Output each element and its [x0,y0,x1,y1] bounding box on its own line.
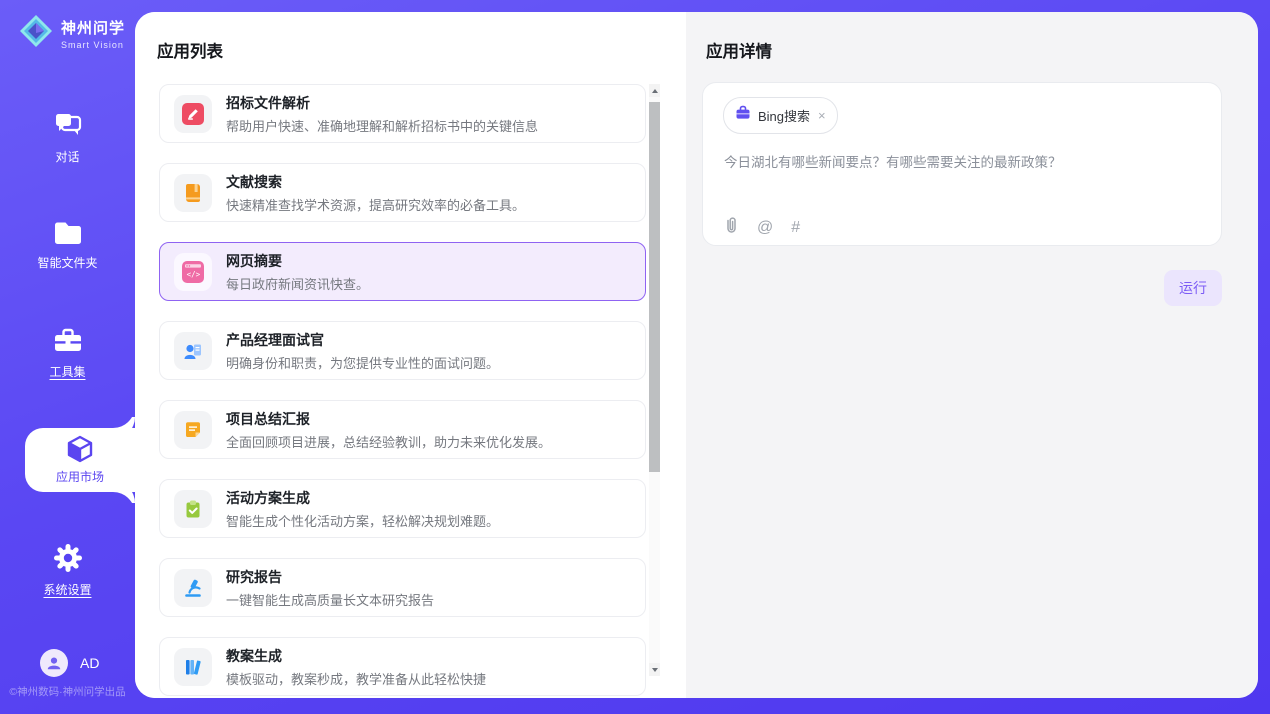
sidebar-item-settings[interactable]: 系统设置 [0,543,135,598]
sidebar-item-label: 对话 [0,148,135,165]
app-detail-title: 应用详情 [706,38,772,62]
list-scrollbar[interactable] [649,84,660,676]
brand-tagline: Smart Vision [61,40,125,50]
scrollbar-thumb[interactable] [649,102,660,472]
edit-doc-icon [174,95,212,133]
app-card-research-report[interactable]: 研究报告 一键智能生成高质量长文本研究报告 [159,558,646,617]
hash-icon[interactable]: # [791,219,800,237]
app-card-web-summary[interactable]: </> 网页摘要 每日政府新闻资讯快查。 [159,242,646,301]
folder-icon [0,220,135,246]
prompt-card: Bing搜索 × 今日湖北有哪些新闻要点？有哪些需要关注的最新政策？ @ # [702,82,1222,246]
app-card-lesson-plan[interactable]: 教案生成 模板驱动，教案秒成，教学准备从此轻松快捷 [159,637,646,696]
input-toolbar: @ # [724,216,800,239]
app-list-panel: 应用列表 招标文件解析 帮助用户快速、准确地理解和解析招标书中的关键信息 [135,12,686,698]
copyright-footer: ©神州数码·神州问学出品 [0,684,135,699]
app-desc: 帮助用户快速、准确地理解和解析招标书中的关键信息 [226,116,538,135]
sidebar: 神州问学 Smart Vision 对话 智能文件夹 [0,0,135,714]
chat-icon [0,110,135,140]
app-card-project-report[interactable]: 项目总结汇报 全面回顾项目进展，总结经验教训，助力未来优化发展。 [159,400,646,459]
app-title: 网页摘要 [226,251,369,271]
app-list-title: 应用列表 [157,38,223,62]
sidebar-item-chat[interactable]: 对话 [0,110,135,165]
sidebar-item-app-market[interactable]: 应用市场 [25,428,135,492]
app-desc: 一键智能生成高质量长文本研究报告 [226,590,434,609]
app-desc: 模板驱动，教案秒成，教学准备从此轻松快捷 [226,669,486,688]
sidebar-item-label: 工具集 [0,363,135,380]
app-desc: 全面回顾项目进展，总结经验教训，助力未来优化发展。 [226,432,551,451]
query-text[interactable]: 今日湖北有哪些新闻要点？有哪些需要关注的最新政策？ [724,151,1062,171]
sidebar-item-label: 智能文件夹 [0,254,135,271]
app-card-tender-analysis[interactable]: 招标文件解析 帮助用户快速、准确地理解和解析招标书中的关键信息 [159,84,646,143]
gear-icon [0,543,135,573]
sidebar-item-label: 应用市场 [25,468,135,485]
sidebar-item-smart-folder[interactable]: 智能文件夹 [0,220,135,271]
brand-name: 神州问学 [61,17,125,38]
attachment-icon[interactable] [724,216,739,239]
toolbox-icon [0,327,135,355]
tool-tag-label: Bing搜索 [758,106,810,125]
app-title: 研究报告 [226,567,434,587]
browser-code-icon: </> [174,253,212,291]
app-desc: 每日政府新闻资讯快查。 [226,274,369,293]
close-icon[interactable]: × [818,108,826,123]
user-initials: AD [80,655,99,671]
app-card-literature-search[interactable]: 文献搜索 快速精准查找学术资源，提高研究效率的必备工具。 [159,163,646,222]
interviewer-icon [174,332,212,370]
app-window: 神州问学 Smart Vision 对话 智能文件夹 [0,0,1270,714]
app-title: 项目总结汇报 [226,409,551,429]
mention-icon[interactable]: @ [757,219,773,237]
sidebar-item-label: 系统设置 [0,581,135,598]
scroll-down-icon[interactable] [649,663,660,676]
app-title: 产品经理面试官 [226,330,499,350]
app-title: 教案生成 [226,646,486,666]
user-account[interactable]: AD [40,649,99,677]
diamond-logo-icon [18,13,54,54]
app-card-pm-interviewer[interactable]: 产品经理面试官 明确身份和职责，为您提供专业性的面试问题。 [159,321,646,380]
app-desc: 快速精准查找学术资源，提高研究效率的必备工具。 [226,195,525,214]
app-title: 招标文件解析 [226,93,538,113]
app-desc: 智能生成个性化活动方案，轻松解决规划难题。 [226,511,499,530]
books-icon [174,648,212,686]
sidebar-item-toolbox[interactable]: 工具集 [0,327,135,380]
run-button[interactable]: 运行 [1164,270,1222,306]
clipboard-check-icon [174,490,212,528]
scroll-up-icon[interactable] [649,84,660,97]
microscope-icon [174,569,212,607]
avatar [40,649,68,677]
app-card-activity-plan[interactable]: 活动方案生成 智能生成个性化活动方案，轻松解决规划难题。 [159,479,646,538]
app-list: 招标文件解析 帮助用户快速、准确地理解和解析招标书中的关键信息 文献搜索 [159,84,646,698]
app-title: 活动方案生成 [226,488,499,508]
cube-icon [25,433,135,465]
app-title: 文献搜索 [226,172,525,192]
note-icon [174,411,212,449]
svg-text:</>: </> [187,270,201,279]
app-desc: 明确身份和职责，为您提供专业性的面试问题。 [226,353,499,372]
briefcase-icon [735,105,751,126]
content-area: 应用列表 招标文件解析 帮助用户快速、准确地理解和解析招标书中的关键信息 [135,12,1258,698]
book-icon [174,174,212,212]
tool-tag-bing-search[interactable]: Bing搜索 × [723,97,838,134]
brand-logo: 神州问学 Smart Vision [18,13,125,54]
app-detail-panel: 应用详情 Bing搜索 × 今日湖北有哪些新闻要点？有哪些需要关注的最新政策？ [686,12,1258,698]
